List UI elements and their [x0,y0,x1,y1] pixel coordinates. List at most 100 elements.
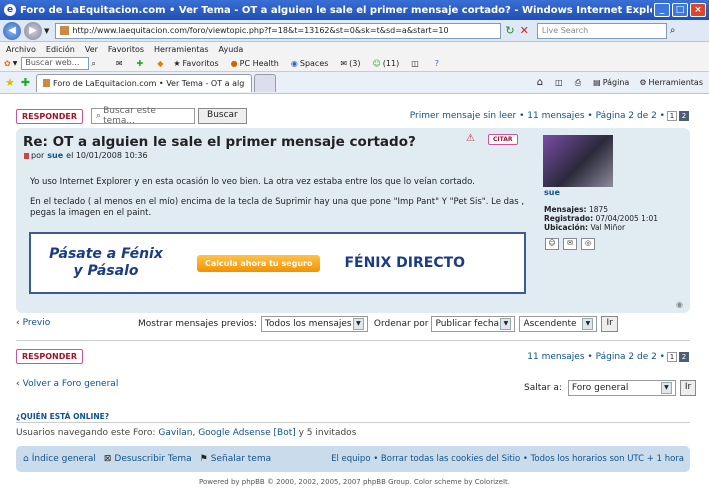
tab-current[interactable]: Foro de LaEquitacion.com • Ver Tema - OT… [36,73,253,92]
pagination-text[interactable]: Primer mensaje sin leer • 11 mensajes • … [410,111,665,121]
msn-icon[interactable]: ✿ [4,59,11,68]
maximize-button[interactable]: □ [672,3,688,17]
tab-bar: ★ ✚ Foro de LaEquitacion.com • Ver Tema … [0,72,709,94]
refresh-icon[interactable]: ↻ [505,24,514,37]
contacts-count[interactable]: (11) [383,59,399,68]
ad-brand: FÉNIX DIRECTO [344,255,466,271]
add-favorite-icon[interactable]: ✚ [21,76,30,89]
post-title[interactable]: Re: OT a alguien le sale el primer mensa… [23,134,416,150]
order-by-select[interactable]: Publicar fecha ▼ [431,316,516,332]
shield-icon[interactable]: ◆ [157,59,163,68]
stop-icon[interactable]: ✕ [520,24,529,37]
bottom-pagination: 11 mensajes • Página 2 de 2 • 1 2 [527,352,689,362]
feeds-icon[interactable]: ◫ [555,78,563,87]
back-to-top-icon[interactable]: ◉ [676,300,683,309]
spaces-link[interactable]: Spaces [300,59,329,68]
page-favicon [60,26,70,35]
toolbar-dropdown-icon[interactable]: ▼ [13,60,18,67]
tools-menu[interactable]: Herramientas [649,78,704,87]
previous-topic-link[interactable]: ‹ Previo [16,318,50,328]
search-icon[interactable]: ⌕ [670,25,676,36]
menu-edicion[interactable]: Edición [46,45,75,54]
back-to-forum-link[interactable]: ‹ Volver a Foro general [16,379,118,389]
profile-joined: 07/04/2005 1:01 [595,214,658,223]
menu-ver[interactable]: Ver [85,45,98,54]
post-paragraph: pegas la imagen en el paint. [30,208,152,218]
online-user-google-bot[interactable]: Google Adsense [Bot] [198,428,296,438]
report-topic-link[interactable]: Señalar tema [211,454,271,464]
unsubscribe-link[interactable]: Desuscribir Tema [114,454,191,464]
menu-bar: Archivo Edición Ver Favoritos Herramient… [0,42,709,56]
footer-right-links[interactable]: El equipo • Borrar todas las cookies del… [331,454,684,464]
menu-herramientas[interactable]: Herramientas [154,45,209,54]
nav-dropdown-icon[interactable]: ▼ [44,27,49,35]
chevron-left-icon: ‹ [16,379,20,389]
reply-button-bottom[interactable]: RESPONDER [16,349,84,364]
byline-author[interactable]: sue [47,151,63,160]
chevron-left-icon: ‹ [16,318,20,328]
direction-select[interactable]: Ascendente ▼ [519,316,598,332]
online-user-gavilan[interactable]: Gavilan [158,428,192,438]
forward-button[interactable]: ▶ [24,21,42,40]
gear-icon: ⚙ [639,78,647,87]
links-toolbar: ✿ ▼ Buscar web... ⌕ ✉ ✚ ◆ ★ Favoritos ● … [0,56,709,72]
page-2-current: 2 [679,111,689,121]
pc-health-link[interactable]: PC Health [240,59,279,68]
index-link[interactable]: Índice general [32,454,96,464]
topic-search-input[interactable]: ⌕ Buscar este tema... [91,106,196,126]
addon-icon[interactable]: ✚ [137,59,144,68]
web-search-input[interactable]: Buscar web... [21,57,90,70]
page-1-link-bottom[interactable]: 1 [667,352,677,362]
jump-to: Saltar a: Foro general ▼ Ir [524,380,697,396]
avatar[interactable] [543,135,613,187]
post-paragraph: En el teclado ( al menos en el mío) enci… [30,197,524,207]
profile-location: Val Miñor [590,223,626,232]
quote-button[interactable]: CITAR [488,134,518,145]
minimize-button[interactable]: _ [654,3,670,17]
live-search-input[interactable]: Live Search [536,22,667,39]
online-heading: ¿QUIÉN ESTÁ ONLINE? [16,412,110,421]
jump-go-button[interactable]: Ir [679,380,697,396]
search-go-icon[interactable]: ⌕ [91,59,95,69]
favorites-star-icon[interactable]: ★ [5,76,15,89]
profile-contact-icons: ☺ ✉ ◎ [545,238,595,250]
favoritos-link[interactable]: Favoritos [183,59,219,68]
close-button[interactable]: × [690,3,706,17]
page-1-link[interactable]: 1 [667,111,677,121]
reply-button[interactable]: RESPONDER [16,108,84,124]
help-icon[interactable]: ? [435,59,439,68]
show-messages-select[interactable]: Todos los mensajes ▼ [260,316,368,332]
post-byline: por sue el 10/01/2008 10:36 [24,151,148,160]
menu-ayuda[interactable]: Ayuda [219,45,244,54]
profile-username[interactable]: sue [544,188,560,197]
back-button[interactable]: ◀ [3,21,21,40]
post-paragraph: Yo uso Internet Explorer y en esta ocasi… [30,177,475,187]
jump-forum-select[interactable]: Foro general ▼ [567,380,676,396]
new-tab-button[interactable] [254,73,277,92]
contacts-icon: ☺ [372,59,381,68]
pagination-text-bottom: 11 mensajes • Página 2 de 2 • [527,352,665,362]
report-icon[interactable]: ⚠ [466,133,475,144]
chevron-down-icon: ▼ [500,318,512,330]
report-flag-icon: ⚑ [199,454,208,464]
mail-icon[interactable]: ✉ [116,59,123,68]
menu-archivo[interactable]: Archivo [6,45,36,54]
home-icon[interactable]: ⌂ [537,77,543,88]
page-menu[interactable]: Página [603,78,630,87]
print-icon[interactable]: ⎙ [575,78,581,88]
chevron-down-icon: ▼ [582,318,594,330]
website-icon[interactable]: ◎ [581,238,595,250]
ad-banner[interactable]: Pásate a Fénix y Pásalo Calcula ahora tu… [29,232,526,294]
sort-go-button[interactable]: Ir [601,316,618,332]
page-icon: ▤ [593,78,601,87]
topic-search-button[interactable]: Buscar [198,108,247,124]
divider [16,340,690,341]
msn-contact-icon[interactable]: ☺ [545,238,559,250]
menu-favoritos[interactable]: Favoritos [108,45,144,54]
url-input[interactable]: http://www.laequitacion.com/foro/viewtop… [55,22,502,39]
online-users: Usuarios navegando este Foro: Gavilan , … [16,428,357,438]
ad-cta-button[interactable]: Calcula ahora tu seguro [197,254,321,272]
rss-icon[interactable]: ◫ [411,59,419,68]
mail-count[interactable]: (3) [349,59,360,68]
email-icon[interactable]: ✉ [563,238,577,250]
